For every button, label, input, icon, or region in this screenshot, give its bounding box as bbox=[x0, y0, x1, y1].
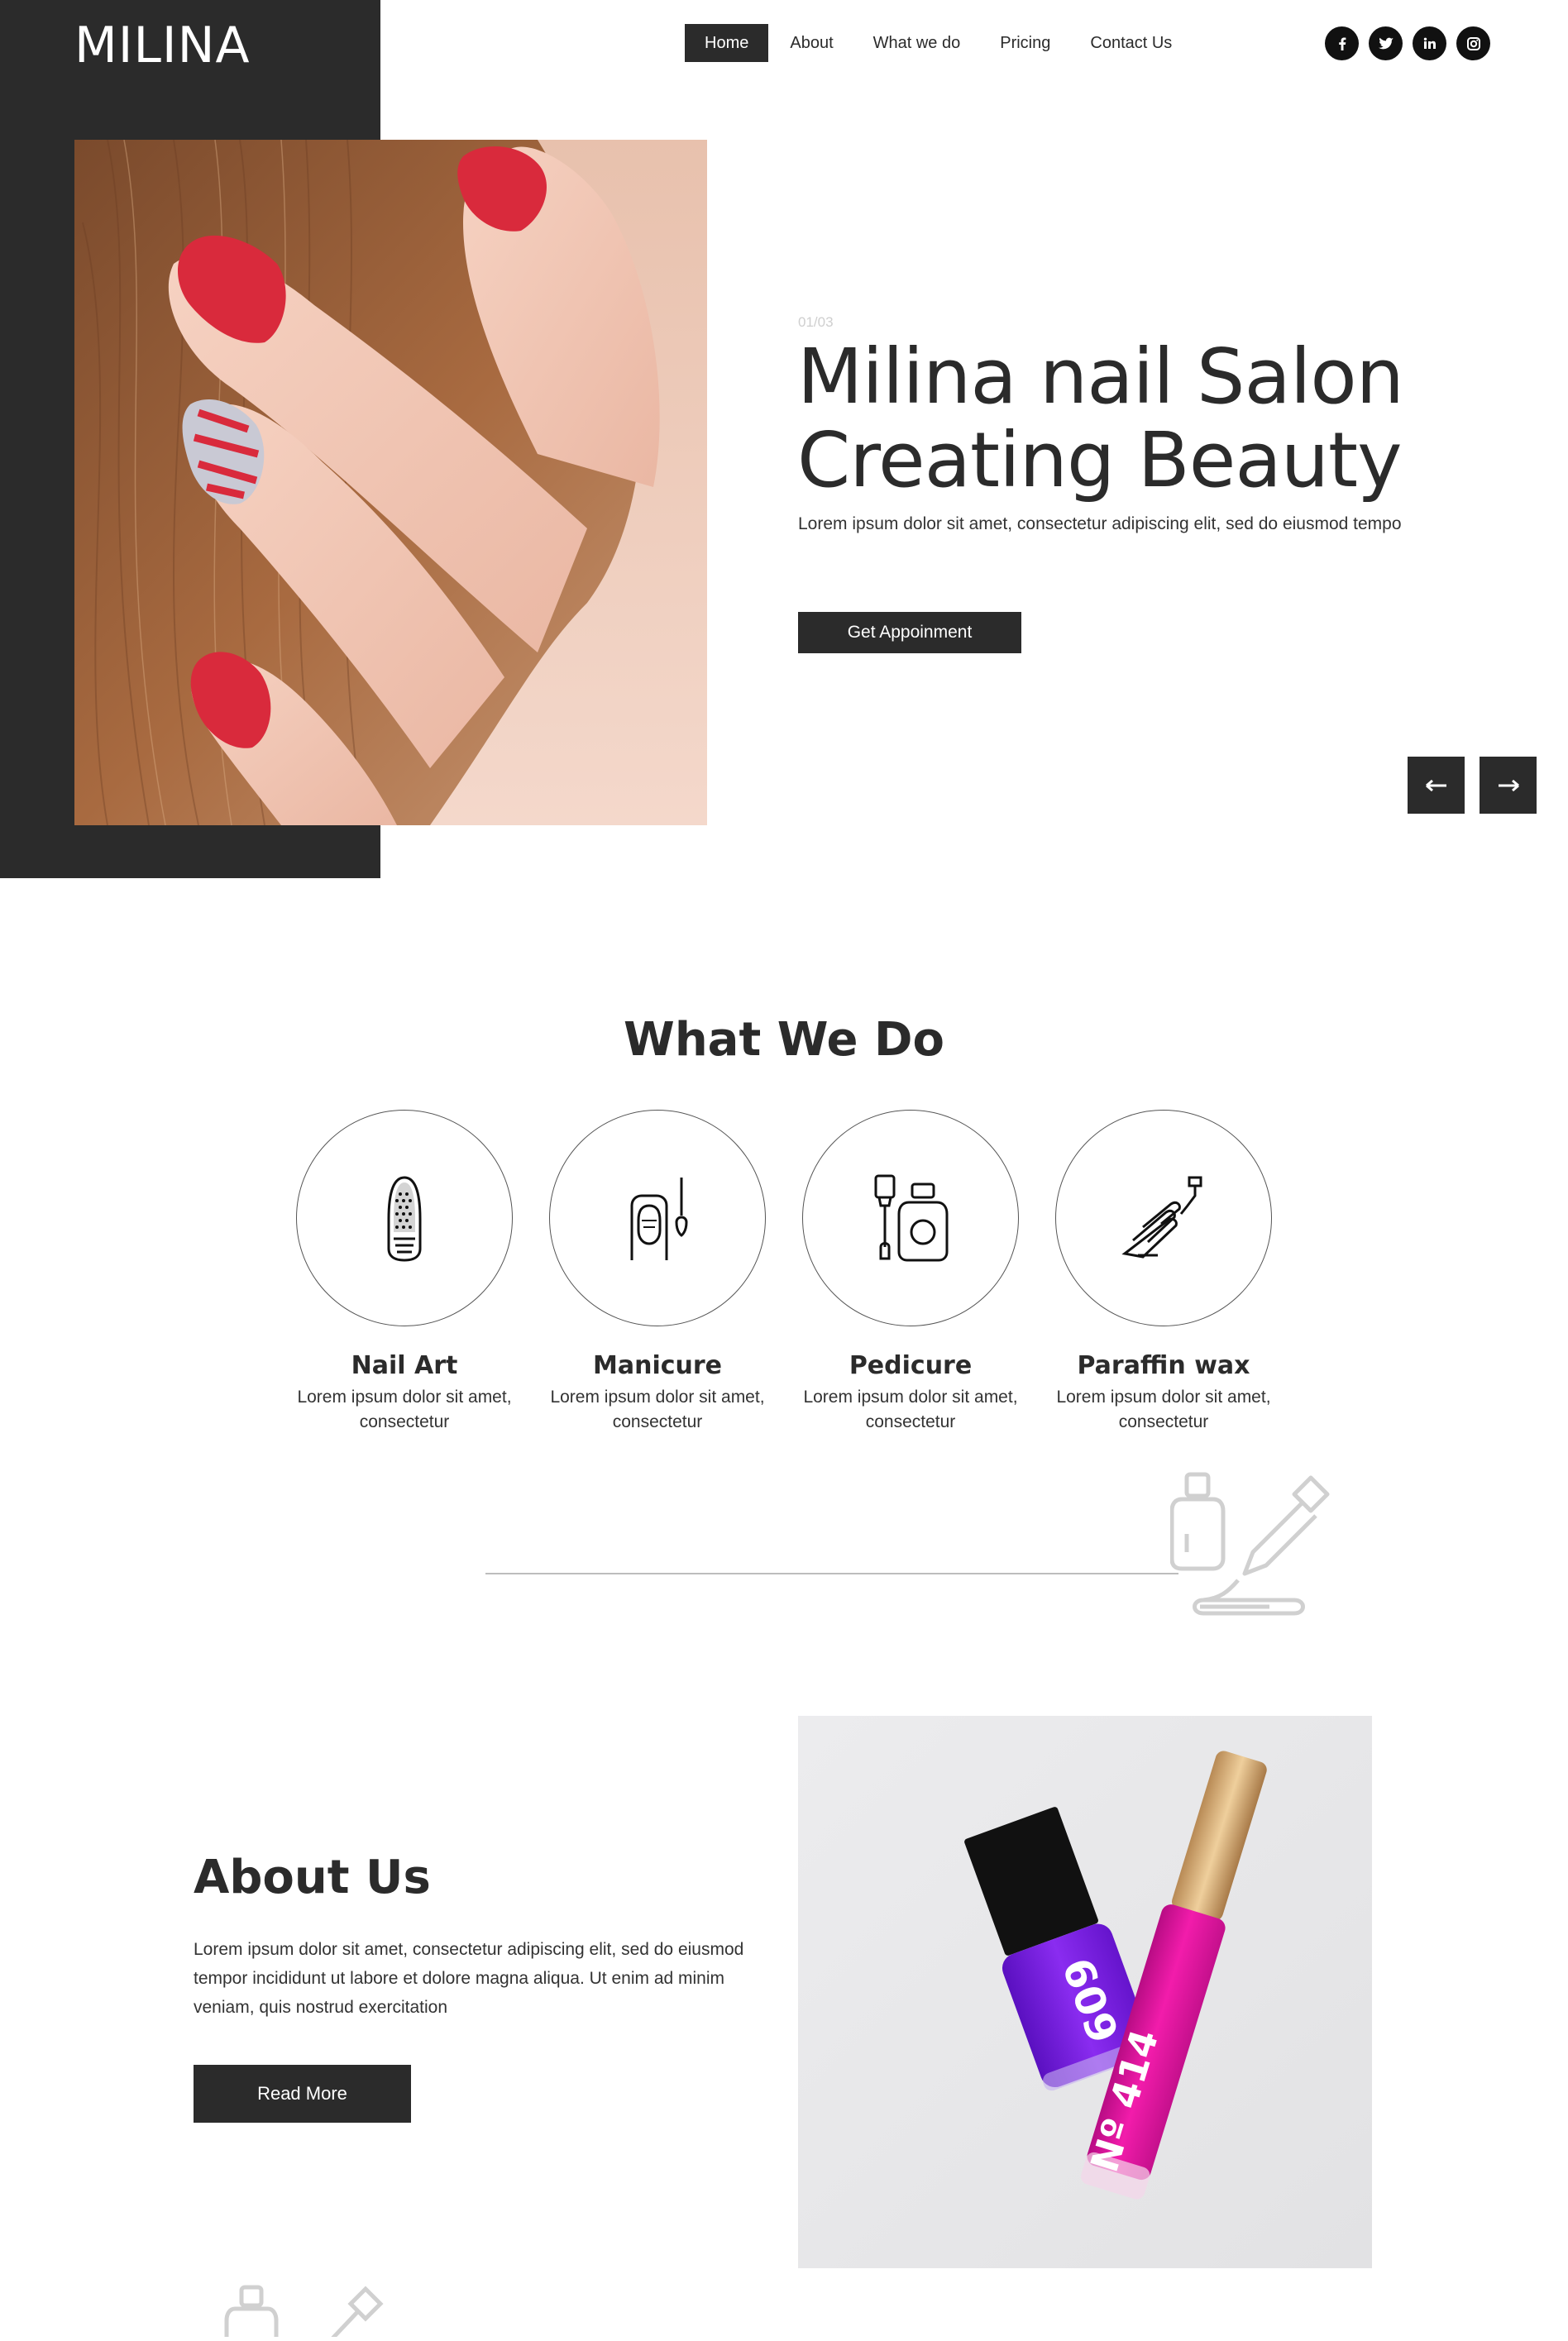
nav-home[interactable]: Home bbox=[685, 24, 769, 62]
about-text: Lorem ipsum dolor sit amet, consectetur … bbox=[194, 1940, 744, 2017]
service-name: Manicure bbox=[592, 1351, 723, 1380]
service-description: Lorem ipsum dolor sit amet, consectetur bbox=[550, 1388, 765, 1431]
manicure-icon bbox=[630, 1178, 688, 1260]
nav-what-we-do[interactable]: What we do bbox=[853, 24, 981, 62]
nav-about[interactable]: About bbox=[770, 24, 853, 62]
pedicure-icon bbox=[874, 1174, 949, 1262]
service-name: Nail Art bbox=[351, 1351, 458, 1380]
slide-counter: 01/03 bbox=[798, 314, 834, 330]
hero-subtitle: Lorem ipsum dolor sit amet, consectetur … bbox=[798, 514, 1402, 533]
service-name: Pedicure bbox=[849, 1351, 973, 1380]
nav-pricing[interactable]: Pricing bbox=[980, 24, 1070, 62]
get-appointment-button[interactable]: Get Appoinment bbox=[798, 612, 1021, 653]
service-pedicure-circle[interactable] bbox=[802, 1110, 1019, 1326]
arrow-left-icon bbox=[1425, 779, 1446, 791]
service-description: Lorem ipsum dolor sit amet, consectetur bbox=[1056, 1388, 1271, 1431]
social-links bbox=[1325, 26, 1490, 60]
service-manicure-circle[interactable] bbox=[549, 1110, 766, 1326]
service-paraffin-wax-circle[interactable] bbox=[1055, 1110, 1272, 1326]
facebook-icon[interactable] bbox=[1325, 26, 1359, 60]
nail-polish-decoration-icon bbox=[1169, 1468, 1336, 1629]
nail-art-icon bbox=[387, 1176, 422, 1262]
linkedin-icon[interactable] bbox=[1413, 26, 1446, 60]
twitter-icon[interactable] bbox=[1369, 26, 1403, 60]
service-pedicure: Pedicure Lorem ipsum dolor sit amet, con… bbox=[802, 1110, 1019, 1435]
slider-next-button[interactable] bbox=[1480, 757, 1537, 814]
services-title: What We Do bbox=[624, 1013, 944, 1067]
hero-title-line-2: Creating Beauty bbox=[797, 416, 1403, 504]
site-logo[interactable]: MILINA bbox=[74, 17, 251, 74]
nav-contact-us[interactable]: Contact Us bbox=[1070, 24, 1192, 62]
paraffin-wax-icon bbox=[1121, 1176, 1202, 1259]
service-nail-art-circle[interactable] bbox=[296, 1110, 513, 1326]
service-description: Lorem ipsum dolor sit amet, consectetur bbox=[297, 1388, 512, 1431]
arrow-right-icon bbox=[1498, 779, 1519, 791]
hero-title: Milina nail Salon Creating Beauty bbox=[797, 335, 1542, 502]
slider-prev-button[interactable] bbox=[1408, 757, 1465, 814]
nail-polish-bottles-photo: 609 Nº 414 bbox=[798, 1716, 1372, 2268]
nail-polish-small-decoration-icon bbox=[223, 2282, 389, 2341]
instagram-icon[interactable] bbox=[1456, 26, 1490, 60]
service-paraffin-wax: Paraffin wax Lorem ipsum dolor sit amet,… bbox=[1055, 1110, 1272, 1435]
service-manicure: Manicure Lorem ipsum dolor sit amet, con… bbox=[549, 1110, 766, 1435]
read-more-button[interactable]: Read More bbox=[194, 2065, 411, 2123]
service-description: Lorem ipsum dolor sit amet, consectetur bbox=[803, 1388, 1018, 1431]
main-nav: Home About What we do Pricing Contact Us bbox=[685, 24, 1192, 62]
service-nail-art: Nail Art Lorem ipsum dolor sit amet, con… bbox=[296, 1110, 513, 1435]
service-name: Paraffin wax bbox=[1077, 1351, 1250, 1380]
section-divider bbox=[485, 1573, 1178, 1574]
about-title: About Us bbox=[194, 1851, 431, 1904]
hero-title-line-1: Milina nail Salon bbox=[797, 332, 1404, 421]
hero-nails-photo bbox=[74, 140, 707, 825]
